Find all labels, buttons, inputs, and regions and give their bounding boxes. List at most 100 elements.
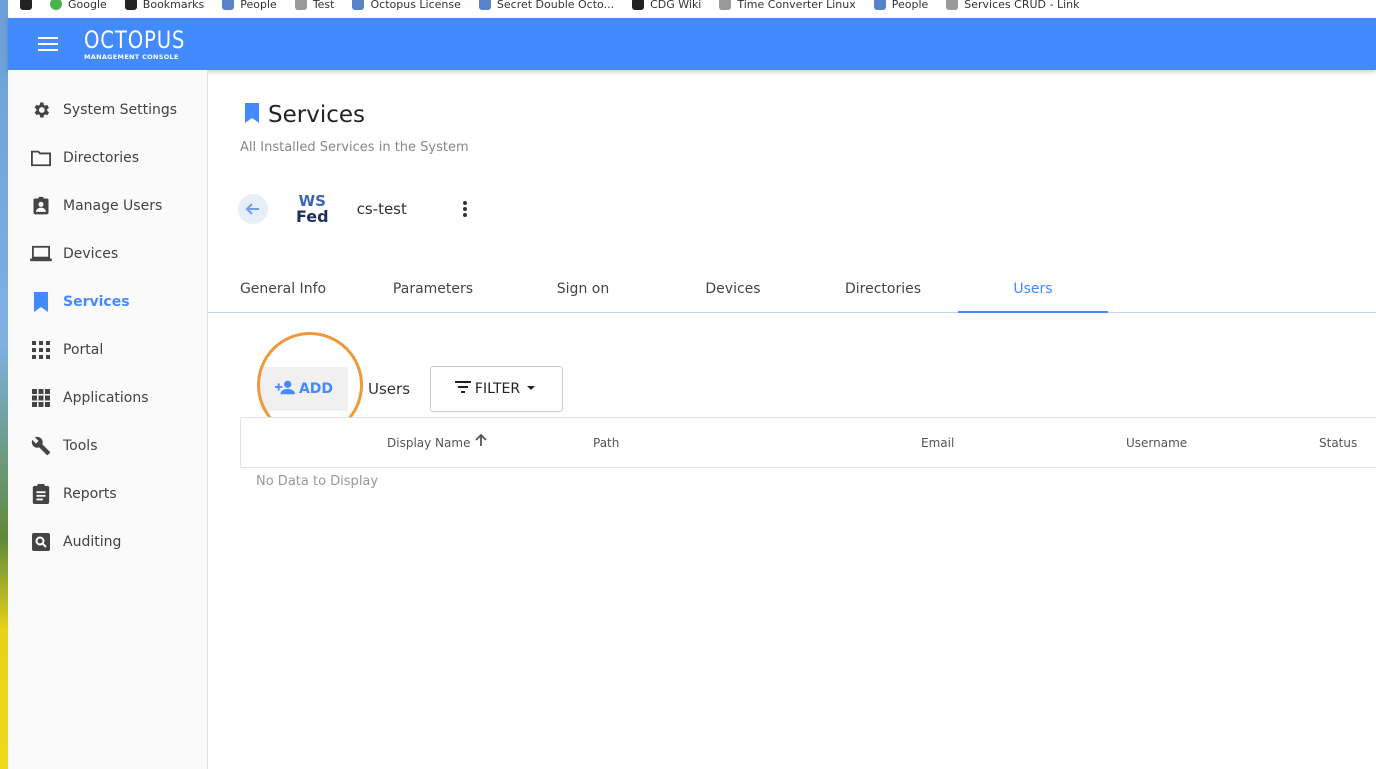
bookmark-item[interactable] <box>20 0 32 10</box>
add-button-label: ADD <box>298 381 334 397</box>
folder-icon <box>294 0 307 10</box>
sidebar-item-label: Auditing <box>63 534 122 550</box>
tab-devices[interactable]: Devices <box>658 266 808 312</box>
star-icon <box>124 0 137 10</box>
tab-users[interactable]: Users <box>958 266 1108 313</box>
app-header: OCTOPUS MANAGEMENT CONSOLE <box>8 18 1376 70</box>
bookmark-label: CDG Wiki <box>650 0 702 11</box>
bookmark-label: Test <box>312 0 335 11</box>
service-header: WS Fed cs-test <box>238 194 475 224</box>
clipboard-icon <box>30 483 52 505</box>
service-name: cs-test <box>356 200 407 218</box>
wrench-icon <box>30 435 52 457</box>
apps-icon <box>20 0 32 10</box>
bookmark-item[interactable]: Services CRUD - Link <box>946 0 1079 11</box>
add-person-icon <box>274 379 295 399</box>
wiki-icon <box>632 0 645 10</box>
octopus-icon <box>478 0 491 10</box>
column-label: Display Name <box>387 436 471 450</box>
tab-general-info[interactable]: General Info <box>208 266 358 312</box>
sidebar-item-manage-users[interactable]: Manage Users <box>8 182 207 230</box>
sidebar-item-system-settings[interactable]: System Settings <box>8 86 207 134</box>
sidebar-item-label: Applications <box>63 390 149 406</box>
caret-down-icon <box>524 381 538 397</box>
column-header-username[interactable]: Username <box>1126 418 1187 469</box>
bookmark-item[interactable]: Time Converter Linux <box>719 0 856 11</box>
sidebar-item-tools[interactable]: Tools <box>8 422 207 470</box>
column-header-status[interactable]: Status <box>1319 418 1357 469</box>
sidebar-item-auditing[interactable]: Auditing <box>8 518 207 566</box>
apps-icon <box>30 387 52 409</box>
add-user-button[interactable]: ADD <box>260 367 348 411</box>
bookmarks-bar: Google Bookmarks People Test Octopus Lic… <box>8 0 1376 18</box>
sidebar-item-label: Manage Users <box>63 198 163 214</box>
section-label: Users <box>368 380 411 398</box>
bookmark-item[interactable]: Google <box>50 0 107 11</box>
bookmark-item[interactable]: People <box>222 0 277 11</box>
bookmark-label: Octopus License <box>370 0 461 11</box>
users-table-header: Display Name Path Email Username Status <box>240 417 1376 468</box>
google-icon <box>50 0 62 10</box>
sidebar-item-label: System Settings <box>63 102 178 118</box>
filter-button-label: FILTER <box>474 381 521 397</box>
sidebar-item-label: Reports <box>63 486 117 502</box>
sidebar-item-label: Tools <box>63 438 98 454</box>
page-icon <box>719 0 732 10</box>
column-header-path[interactable]: Path <box>593 418 619 469</box>
column-header-email[interactable]: Email <box>921 418 954 469</box>
gear-icon <box>30 99 52 121</box>
filter-icon <box>454 381 471 397</box>
logo-title: OCTOPUS <box>84 25 186 54</box>
column-label: Status <box>1319 436 1358 450</box>
people-icon <box>873 0 886 10</box>
hamburger-menu-icon[interactable] <box>38 32 62 56</box>
app-logo[interactable]: OCTOPUS MANAGEMENT CONSOLE <box>84 28 207 61</box>
sidebar-item-label: Portal <box>63 342 104 358</box>
sidebar-item-label: Services <box>63 294 130 310</box>
bookmark-label: Time Converter Linux <box>737 0 856 11</box>
users-toolbar: ADD Users FILTER <box>260 366 564 412</box>
bookmark-item[interactable]: People <box>873 0 929 11</box>
bookmark-label: People <box>891 0 929 11</box>
column-label: Username <box>1126 436 1188 450</box>
tab-parameters[interactable]: Parameters <box>358 266 508 312</box>
tab-directories[interactable]: Directories <box>808 266 958 312</box>
more-options-icon[interactable] <box>455 199 475 219</box>
sidebar: System Settings Directories Manage Users… <box>8 70 208 769</box>
main-content: Services All Installed Services in the S… <box>208 70 1376 769</box>
bookmark-item[interactable]: Octopus License <box>352 0 461 11</box>
sidebar-item-portal[interactable]: Portal <box>8 326 207 374</box>
sidebar-item-services[interactable]: Services <box>8 278 207 326</box>
search-box-icon <box>30 531 52 553</box>
bookmark-label: Secret Double Octo... <box>496 0 615 11</box>
bookmark-label: Google <box>68 0 107 11</box>
tab-sign-on[interactable]: Sign on <box>508 266 658 312</box>
sidebar-item-label: Devices <box>63 246 119 262</box>
bookmark-item[interactable]: Bookmarks <box>124 0 205 11</box>
laptop-icon <box>30 243 52 265</box>
octopus-icon <box>352 0 365 10</box>
filter-button[interactable]: FILTER <box>430 366 564 412</box>
page-icon <box>946 0 959 10</box>
empty-table-message: No Data to Display <box>256 474 379 489</box>
tab-bar: General Info Parameters Sign on Devices … <box>208 266 1376 313</box>
bookmark-label: Bookmarks <box>142 0 205 11</box>
page-title: Services <box>268 102 365 128</box>
sidebar-item-applications[interactable]: Applications <box>8 374 207 422</box>
column-label: Path <box>593 436 620 450</box>
user-badge-icon <box>30 195 52 217</box>
bookmark-icon <box>30 291 52 313</box>
back-arrow-icon[interactable] <box>238 194 268 224</box>
sidebar-item-devices[interactable]: Devices <box>8 230 207 278</box>
bookmark-item[interactable]: CDG Wiki <box>632 0 701 11</box>
column-header-display-name[interactable]: Display Name <box>387 418 488 469</box>
sidebar-item-reports[interactable]: Reports <box>8 470 207 518</box>
sidebar-item-directories[interactable]: Directories <box>8 134 207 182</box>
page-subtitle: All Installed Services in the System <box>240 140 469 155</box>
column-label: Email <box>921 436 955 450</box>
sort-ascending-icon <box>474 418 488 469</box>
bookmark-item[interactable]: Test <box>294 0 335 11</box>
logo-subtitle: MANAGEMENT CONSOLE <box>84 52 179 61</box>
bookmark-item[interactable]: Secret Double Octo... <box>478 0 615 11</box>
wsfed-logo: WS Fed <box>296 194 329 224</box>
